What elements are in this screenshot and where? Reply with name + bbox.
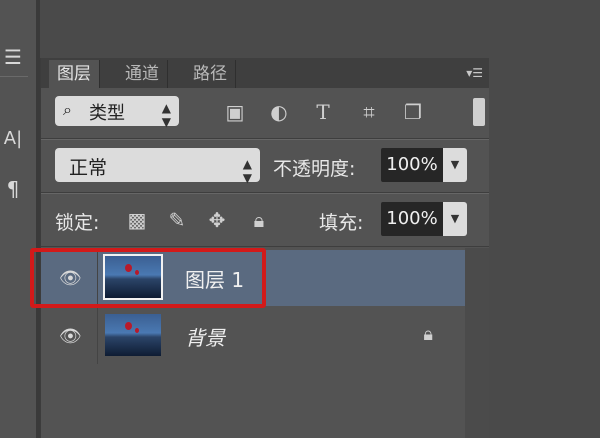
image-filter-icon[interactable]: ▣ — [221, 100, 249, 124]
layer-name[interactable]: 背景 — [185, 322, 225, 351]
stepper-arrows-icon: ▲ ▼ — [242, 157, 252, 185]
balloon-image — [125, 322, 132, 330]
lock-all-icon[interactable]: 🔒︎ — [247, 208, 271, 232]
tab-paths[interactable]: 路径 — [185, 60, 236, 88]
layer-row-background[interactable]: 👁︎ 背景 🔒︎ — [41, 308, 465, 364]
layer-thumbnail — [105, 314, 161, 356]
eye-icon: 👁︎ — [59, 326, 82, 347]
lock-row: 锁定: ▩ ✎ ✥ 🔒︎ 填充: 100% ▼ — [41, 194, 489, 246]
tool-strip: ☰ A| ¶ — [0, 0, 40, 438]
tab-channels[interactable]: 通道 — [117, 60, 168, 88]
fill-input[interactable]: 100% — [381, 202, 443, 236]
fill-dropdown-button[interactable]: ▼ — [443, 202, 467, 236]
tab-layers[interactable]: 图层 — [49, 60, 100, 88]
shape-filter-icon[interactable]: ⌗ — [355, 100, 383, 124]
text-filter-icon[interactable]: T — [309, 100, 337, 124]
panel-menu-icon[interactable]: ▾☰ — [466, 66, 483, 80]
blend-row: 正常 ▲ ▼ 不透明度: 100% ▼ — [41, 140, 489, 192]
blend-mode-select[interactable]: 正常 ▲ ▼ — [55, 148, 260, 185]
stepper-arrows-icon: ▲ ▼ — [161, 101, 171, 129]
fill-label: 填充: — [319, 212, 364, 234]
sliders-icon[interactable]: ☰ — [0, 44, 26, 70]
lock-icon: 🔒︎ — [423, 324, 433, 345]
adjustment-filter-icon[interactable]: ◐ — [265, 100, 293, 124]
panel-tabbar: 图层 通道 路径 ▾☰ — [41, 58, 489, 88]
opacity-input[interactable]: 100% — [381, 148, 443, 182]
filter-toggle-switch[interactable] — [473, 98, 485, 126]
smartobject-filter-icon[interactable]: ❐ — [399, 100, 427, 124]
lock-transparent-icon[interactable]: ▩ — [125, 208, 149, 232]
visibility-toggle[interactable]: 👁︎ — [41, 308, 98, 364]
lock-label: 锁定: — [55, 212, 100, 234]
layers-scrollbar[interactable] — [465, 248, 489, 438]
paragraph-icon[interactable]: ¶ — [0, 176, 26, 202]
blend-mode-value: 正常 — [69, 157, 108, 179]
filter-row: ⌕ 类型 ▲ ▼ ▣ ◐ T ⌗ ❐ — [41, 88, 489, 136]
opacity-dropdown-button[interactable]: ▼ — [443, 148, 467, 182]
character-panel-icon[interactable]: A| — [0, 126, 26, 152]
lock-paint-icon[interactable]: ✎ — [165, 208, 189, 232]
filter-kind-select[interactable]: ⌕ 类型 ▲ ▼ — [55, 96, 179, 129]
workspace-background — [488, 0, 600, 438]
search-icon: ⌕ — [63, 100, 72, 119]
divider — [0, 76, 28, 77]
lock-move-icon[interactable]: ✥ — [205, 208, 229, 232]
opacity-label: 不透明度: — [273, 158, 356, 180]
highlight-box — [30, 248, 266, 308]
balloon-image — [135, 328, 139, 333]
filter-kind-label: 类型 — [89, 103, 125, 124]
